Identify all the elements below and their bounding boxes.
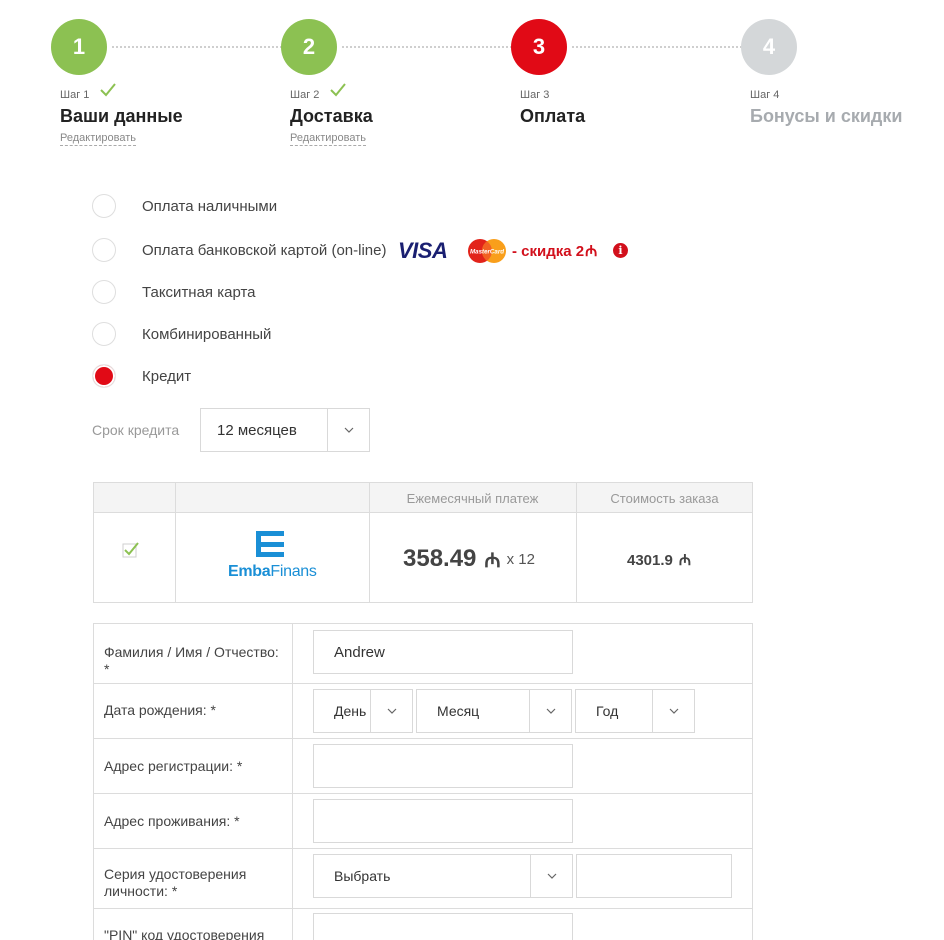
credit-term-value: 12 месяцев bbox=[217, 421, 297, 439]
lender-name-part1: Emba bbox=[228, 563, 271, 580]
monthly-payment-amount: 358.49 bbox=[403, 545, 477, 572]
monthly-multiplier: x 12 bbox=[506, 550, 535, 568]
info-icon[interactable]: i bbox=[613, 243, 628, 258]
step-1-circle[interactable]: 1 bbox=[51, 19, 107, 75]
embafinans-mark bbox=[256, 531, 284, 557]
step-3-circle: 3 bbox=[511, 19, 567, 75]
column-divider bbox=[292, 794, 293, 848]
id-series-select[interactable]: Выбрать bbox=[313, 854, 573, 898]
step-1-edit-link[interactable]: Редактировать bbox=[60, 132, 136, 146]
chevron-down-icon[interactable] bbox=[652, 690, 694, 732]
check-icon bbox=[100, 83, 116, 97]
form-row-id-series: Серия удостоверения личности: * Выбрать bbox=[94, 849, 752, 909]
form-row-full-name: Фамилия / Имя / Отчество: * bbox=[94, 624, 752, 684]
column-divider bbox=[292, 909, 293, 940]
birth-month-select[interactable]: Месяц bbox=[416, 689, 572, 733]
full-name-input[interactable] bbox=[313, 630, 573, 674]
radio-button[interactable] bbox=[92, 280, 116, 304]
payment-option-combined[interactable]: Комбинированный bbox=[92, 322, 271, 346]
radio-button[interactable] bbox=[92, 322, 116, 346]
live-address-input[interactable] bbox=[313, 799, 573, 843]
column-divider bbox=[292, 684, 293, 738]
reg-address-input[interactable] bbox=[313, 744, 573, 788]
monthly-payment-value: 358.49 ₼ x 12 bbox=[403, 545, 535, 573]
column-divider bbox=[292, 739, 293, 793]
reg-address-label: Адрес регистрации: * bbox=[104, 758, 243, 774]
step-1-number-label: Шаг 1 bbox=[60, 89, 90, 101]
payment-option-credit[interactable]: Кредит bbox=[92, 364, 191, 388]
chevron-down-icon[interactable] bbox=[530, 855, 572, 897]
birth-month-value: Месяц bbox=[437, 703, 480, 719]
lender-name-part2: Finans bbox=[270, 563, 317, 580]
payment-option-label: Такситная карта bbox=[142, 283, 256, 301]
chevron-down-icon[interactable] bbox=[529, 690, 571, 732]
check-icon bbox=[330, 83, 346, 97]
form-row-pin: "PIN" код удостоверения bbox=[94, 909, 752, 940]
birth-year-select[interactable]: Год bbox=[575, 689, 695, 733]
credit-term-select[interactable]: 12 месяцев bbox=[200, 408, 370, 452]
offer-select-checkbox[interactable] bbox=[122, 541, 140, 559]
currency-symbol: ₼ bbox=[678, 552, 692, 569]
discount-label: - скидка 2 bbox=[512, 242, 585, 260]
header-order-cost: Стоимость заказа bbox=[610, 490, 719, 506]
column-divider bbox=[292, 849, 293, 908]
form-row-live-address: Адрес проживания: * bbox=[94, 794, 752, 849]
radio-button[interactable] bbox=[92, 238, 116, 262]
step-4-number-label: Шаг 4 bbox=[750, 89, 780, 101]
birth-year-value: Год bbox=[596, 703, 619, 719]
id-series-select-value: Выбрать bbox=[334, 868, 391, 884]
radio-button-selected[interactable] bbox=[92, 364, 116, 388]
form-row-birth-date: Дата рождения: * День Месяц Год bbox=[94, 684, 752, 739]
id-series-label: Серия удостоверения личности: * bbox=[104, 866, 247, 899]
currency-symbol: ₼ bbox=[484, 549, 501, 572]
payment-option-label: Оплата банковской картой (on-line) bbox=[142, 241, 387, 259]
credit-application-form: Фамилия / Имя / Отчество: * Дата рождени… bbox=[93, 623, 753, 940]
chevron-down-icon[interactable] bbox=[327, 409, 369, 451]
pin-input[interactable] bbox=[313, 913, 573, 940]
step-4-circle: 4 bbox=[741, 19, 797, 75]
order-cost-value: 4301.9 ₼ bbox=[627, 550, 691, 570]
form-row-reg-address: Адрес регистрации: * bbox=[94, 739, 752, 794]
step-3-title: Оплата bbox=[520, 106, 586, 126]
step-2-circle[interactable]: 2 bbox=[281, 19, 337, 75]
live-address-label: Адрес проживания: * bbox=[104, 813, 240, 829]
full-name-label: Фамилия / Имя / Отчество: * bbox=[104, 644, 279, 677]
step-connector bbox=[112, 46, 282, 48]
step-connector bbox=[342, 46, 512, 48]
checkout-stepper: 1 Шаг 1 Ваши данные Редактировать 2 Шаг … bbox=[0, 0, 944, 170]
pin-label: "PIN" код удостоверения bbox=[104, 927, 265, 940]
card-discount-text: - скидка 2 ₼ bbox=[512, 241, 597, 261]
order-cost-amount: 4301.9 bbox=[627, 551, 673, 569]
mastercard-wordmark: MasterCard bbox=[470, 249, 504, 256]
payment-option-taxi-card[interactable]: Такситная карта bbox=[92, 280, 256, 304]
credit-term-label: Срок кредита bbox=[92, 422, 180, 438]
embafinans-wordmark: EmbaFinans bbox=[228, 563, 317, 581]
id-number-input[interactable] bbox=[576, 854, 732, 898]
payment-option-label: Кредит bbox=[142, 367, 192, 385]
step-4-title: Бонусы и скидки bbox=[750, 106, 903, 126]
payment-option-label: Комбинированный bbox=[142, 325, 272, 343]
mastercard-logo: MasterCard bbox=[468, 239, 506, 263]
birth-date-label: Дата рождения: * bbox=[104, 702, 216, 718]
step-1-title: Ваши данные bbox=[60, 106, 183, 126]
radio-button[interactable] bbox=[92, 194, 116, 218]
step-3-number-label: Шаг 3 bbox=[520, 89, 550, 101]
column-divider bbox=[175, 483, 176, 602]
payment-option-card[interactable]: Оплата банковской картой (on-line) bbox=[92, 238, 387, 262]
visa-logo: VISA bbox=[398, 238, 448, 263]
credit-offer-table: Ежемесячный платеж Стоимость заказа Emba… bbox=[93, 482, 753, 603]
step-2-edit-link[interactable]: Редактировать bbox=[290, 132, 366, 146]
currency-symbol: ₼ bbox=[585, 243, 598, 260]
embafinans-logo: EmbaFinans bbox=[228, 531, 317, 581]
step-2-title: Доставка bbox=[290, 106, 373, 126]
header-monthly-payment: Ежемесячный платеж bbox=[406, 490, 539, 506]
step-connector bbox=[572, 46, 742, 48]
birth-day-value: День bbox=[334, 703, 367, 719]
payment-option-label: Оплата наличными bbox=[142, 197, 278, 215]
chevron-down-icon[interactable] bbox=[370, 690, 412, 732]
step-2-number-label: Шаг 2 bbox=[290, 89, 320, 101]
column-divider bbox=[292, 624, 293, 683]
birth-day-select[interactable]: День bbox=[313, 689, 413, 733]
payment-option-cash[interactable]: Оплата наличными bbox=[92, 194, 277, 218]
